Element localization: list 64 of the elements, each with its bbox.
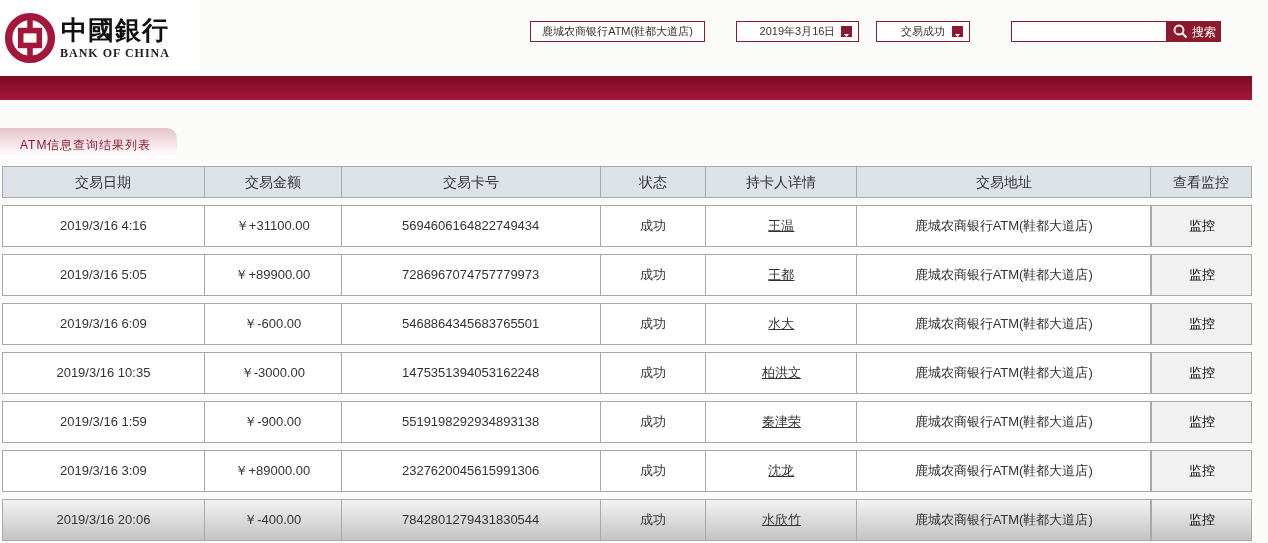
table-cell: 1475351394053162248 — [341, 353, 601, 393]
table-cell: 鹿城农商银行ATM(鞋都大道店) — [857, 451, 1152, 491]
column-header: 持卡人详情 — [706, 167, 858, 197]
cardholder-link[interactable]: 水大 — [768, 314, 795, 334]
table-cell: 成功 — [600, 255, 707, 295]
table-cell: 鹿城农商银行ATM(鞋都大道店) — [857, 255, 1152, 295]
monitor-button[interactable]: 监控 — [1151, 255, 1251, 295]
table-cell: 鹿城农商银行ATM(鞋都大道店) — [857, 500, 1152, 540]
table-cell: 2019/3/16 3:09 — [3, 451, 205, 491]
table-cell: ￥-400.00 — [204, 500, 342, 540]
monitor-button[interactable]: 监控 — [1151, 304, 1251, 344]
monitor-button[interactable]: 监控 — [1151, 451, 1251, 491]
column-header: 交易卡号 — [341, 167, 601, 197]
status-dropdown[interactable]: 交易成功 — [876, 21, 970, 42]
column-header: 查看监控 — [1151, 167, 1251, 197]
table-cell: 7842801279431830544 — [341, 500, 601, 540]
cardholder-link[interactable]: 秦津荣 — [761, 412, 801, 432]
table-cell: 鹿城农商银行ATM(鞋都大道店) — [857, 304, 1152, 344]
table-cell: 2019/3/16 5:05 — [3, 255, 205, 295]
table-cell: 5694606164822749434 — [341, 206, 601, 246]
logo-chinese-text: 中國銀行 — [60, 15, 169, 45]
section-tab[interactable]: ATM信息查询结果列表 — [0, 128, 177, 158]
table-cell: ￥+89000.00 — [204, 451, 342, 491]
table-cell: 5468864345683765501 — [341, 304, 601, 344]
cardholder-link[interactable]: 柏洪文 — [761, 363, 801, 383]
table-cell: 鹿城农商银行ATM(鞋都大道店) — [857, 206, 1152, 246]
cardholder-link[interactable]: 王都 — [768, 265, 795, 285]
table-cell: 成功 — [600, 304, 707, 344]
column-header: 交易日期 — [3, 167, 205, 197]
table-cell: 2019/3/16 1:59 — [3, 402, 205, 442]
column-header: 状态 — [600, 167, 707, 197]
location-field[interactable]: 鹿城农商银行ATM(鞋都大道店) — [530, 21, 705, 42]
monitor-button[interactable]: 监控 — [1151, 206, 1251, 246]
table-cell: ￥-900.00 — [204, 402, 342, 442]
table-cell: 2327620045615991306 — [341, 451, 601, 491]
column-header: 交易地址 — [857, 167, 1152, 197]
table-cell: 2019/3/16 20:06 — [3, 500, 205, 540]
table-row[interactable]: 2019/3/16 20:06 ￥-400.00 7842801279431830544 成功 水欣竹 鹿城农商银行ATM(鞋都大道店) 监控 — [2, 499, 1252, 541]
monitor-button[interactable]: 监控 — [1151, 353, 1251, 393]
column-header: 交易金额 — [204, 167, 342, 197]
table-cell: 2019/3/16 6:09 — [3, 304, 205, 344]
table-cell: 成功 — [600, 353, 707, 393]
table-cell: 2019/3/16 10:35 — [3, 353, 205, 393]
logo-english-text: BANK OF CHINA — [60, 45, 170, 61]
table-cell: 7286967074757779973 — [341, 255, 601, 295]
table-cell: 成功 — [600, 402, 707, 442]
table-cell: 鹿城农商银行ATM(鞋都大道店) — [857, 402, 1152, 442]
search-button[interactable]: 搜索 — [1167, 21, 1221, 42]
table-cell: 成功 — [600, 206, 707, 246]
table-cell: ￥+31100.00 — [204, 206, 342, 246]
table-cell: ￥-3000.00 — [204, 353, 342, 393]
cardholder-link[interactable]: 王温 — [768, 216, 795, 236]
table-cell: 成功 — [600, 451, 707, 491]
table-cell: ￥-600.00 — [204, 304, 342, 344]
cardholder-link[interactable]: 水欣竹 — [761, 510, 801, 530]
table-cell: 成功 — [600, 500, 707, 540]
monitor-button[interactable]: 监控 — [1151, 402, 1251, 442]
table-cell: 2019/3/16 4:16 — [3, 206, 205, 246]
date-dropdown[interactable]: 2019年3月16日 — [736, 21, 859, 42]
table-cell: 鹿城农商银行ATM(鞋都大道店) — [857, 353, 1152, 393]
table-cell: ￥+89900.00 — [204, 255, 342, 295]
cardholder-link[interactable]: 沈龙 — [768, 461, 795, 481]
monitor-button[interactable]: 监控 — [1151, 500, 1251, 540]
table-cell: 5519198292934893138 — [341, 402, 601, 442]
